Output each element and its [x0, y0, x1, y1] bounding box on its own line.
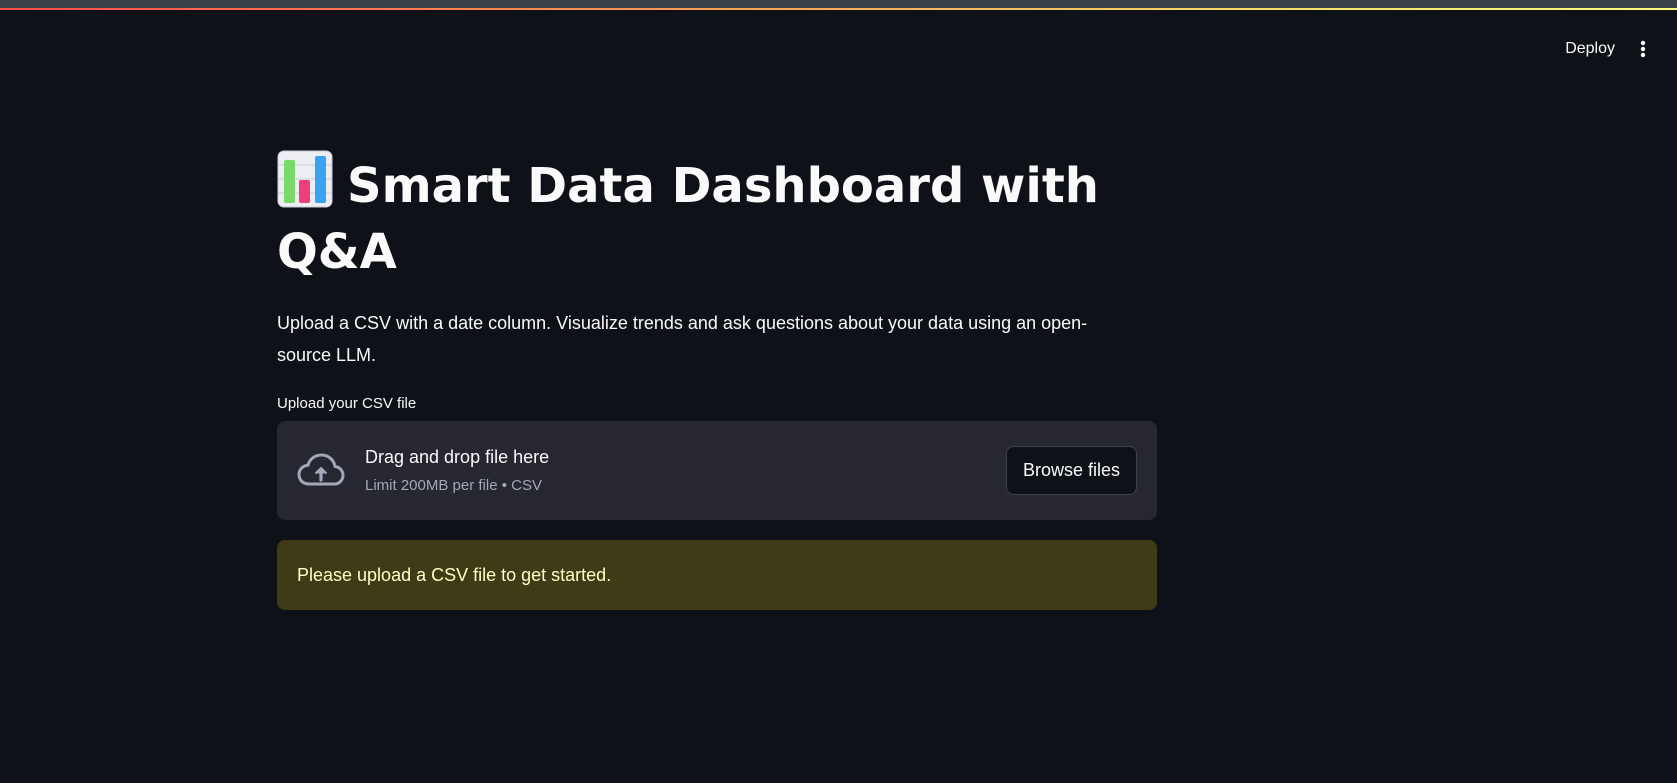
- cloud-upload-icon: [297, 451, 345, 491]
- warning-alert: Please upload a CSV file to get started.: [277, 540, 1157, 610]
- browse-files-button[interactable]: Browse files: [1006, 446, 1137, 495]
- page-subtitle: Upload a CSV with a date column. Visuali…: [277, 313, 1088, 365]
- dropzone-title: Drag and drop file here: [365, 447, 550, 467]
- page-title-text: Smart Data Dashboard with Q&A: [277, 158, 1099, 280]
- dropzone-instructions: Drag and drop file here Limit 200MB per …: [365, 447, 1006, 494]
- top-gradient-stripe: [0, 8, 1677, 10]
- warning-message: Please upload a CSV file to get started.: [297, 564, 612, 585]
- file-dropzone[interactable]: Drag and drop file here Limit 200MB per …: [277, 421, 1157, 520]
- kebab-menu-icon[interactable]: [1637, 39, 1649, 59]
- dropzone-limit-text: Limit 200MB per file • CSV: [365, 477, 542, 494]
- deploy-button[interactable]: Deploy: [1565, 36, 1615, 62]
- main-content: Smart Data Dashboard with Q&A Upload a C…: [277, 150, 1157, 610]
- bar-chart-emoji: [277, 150, 333, 208]
- header-toolbar: Deploy: [1565, 36, 1649, 62]
- app-root: Deploy Smart Data Dashboard with Q&A Upl…: [0, 0, 1677, 783]
- page-title: Smart Data Dashboard with Q&A: [277, 150, 1157, 285]
- top-decoration-bar: [0, 0, 1677, 10]
- upload-label: Upload your CSV file: [277, 395, 417, 412]
